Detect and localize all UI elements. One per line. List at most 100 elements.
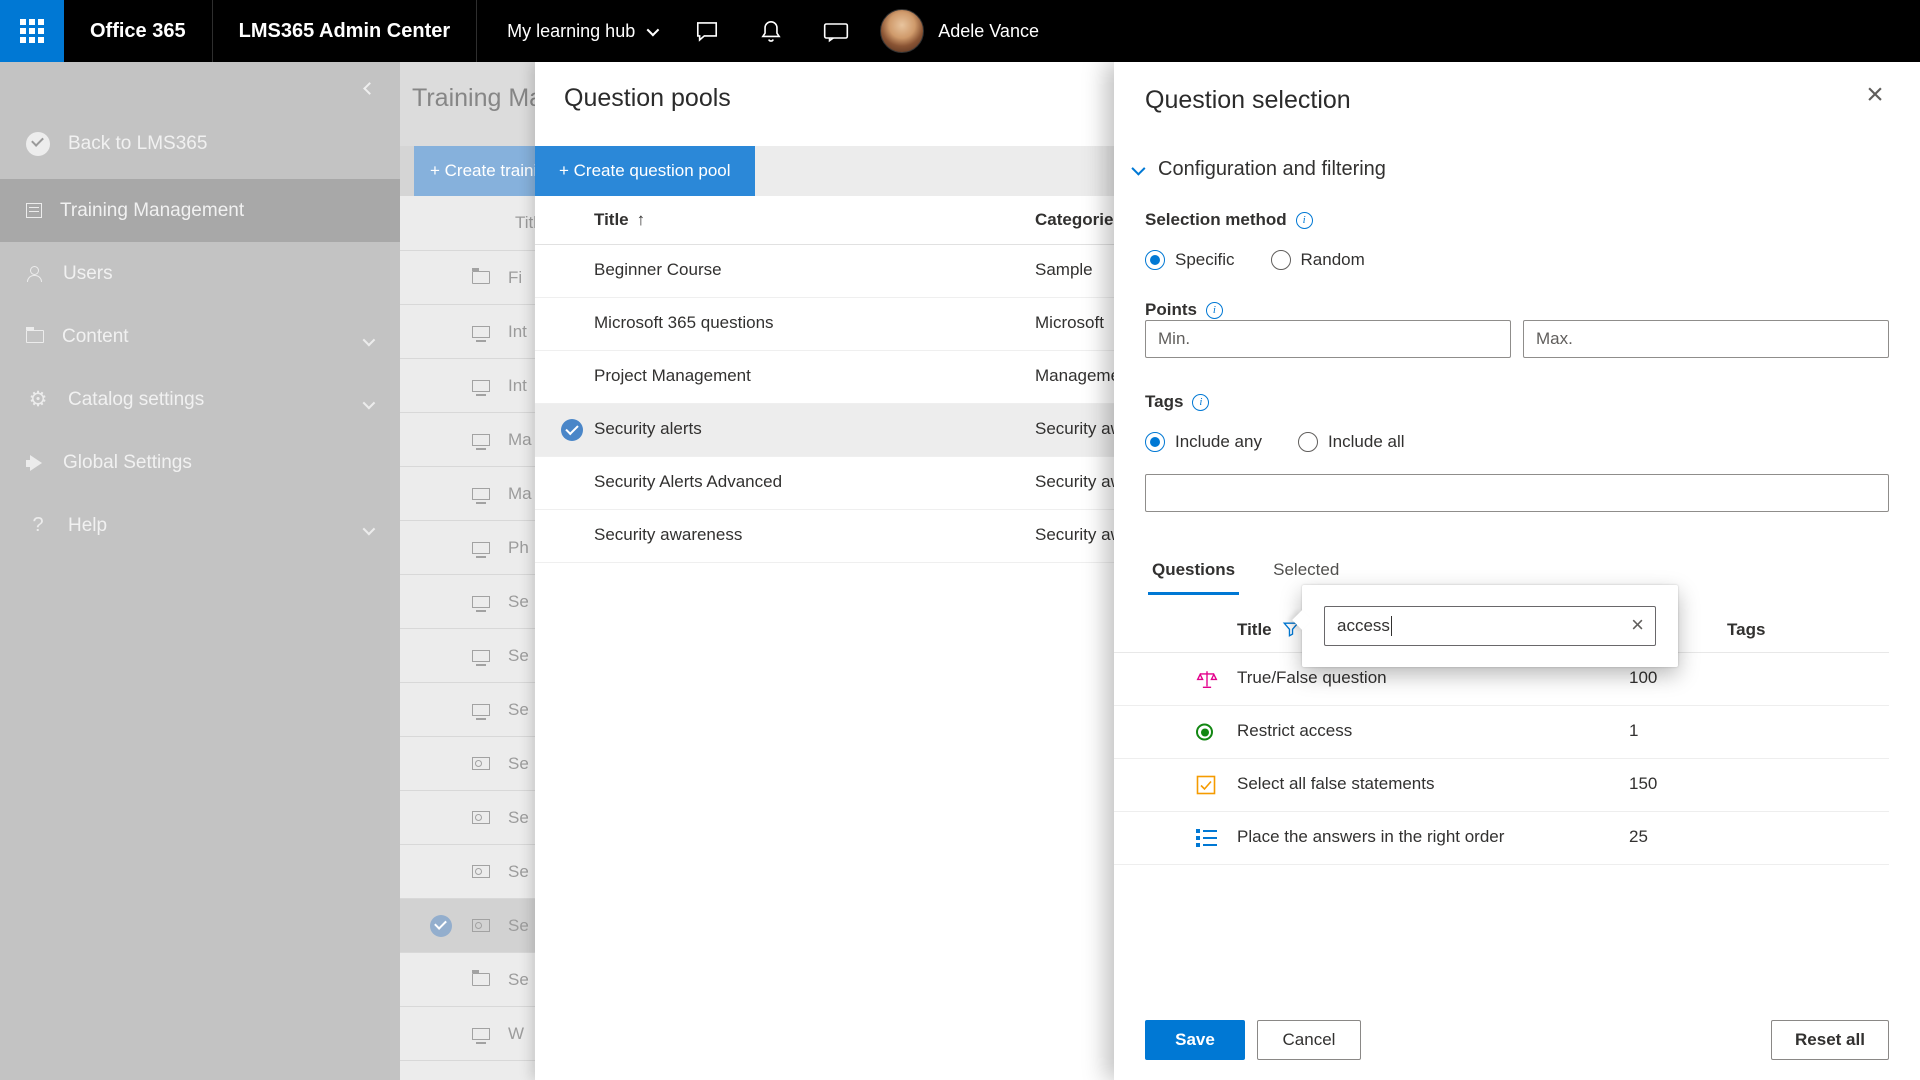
chevron-down-icon [1131,161,1145,175]
filter-search-input[interactable]: access [1324,606,1656,646]
feedback-icon[interactable] [822,18,850,44]
hub-selector[interactable]: My learning hub [507,21,656,42]
selected-check-icon [561,419,583,441]
pools-toolbar: + Create question pool [535,146,1114,196]
clear-filter-icon[interactable] [1631,614,1644,636]
save-button[interactable]: Save [1145,1020,1245,1060]
question-row[interactable]: Place the answers in the right order 25 [1114,812,1889,865]
cancel-button[interactable]: Cancel [1257,1020,1361,1060]
question-pools-panel: Question pools + Create question pool Ti… [535,62,1114,1080]
question-title: Restrict access [1237,721,1352,741]
training-row-title: Se [508,754,529,774]
question-pool-row[interactable]: Security alerts Security awareness [535,404,1114,457]
sidebar-item-icon [26,389,50,410]
sidebar-item[interactable]: Help [0,494,400,557]
training-row-title: Se [508,592,529,612]
collapse-sidebar-icon[interactable] [365,80,374,98]
question-pool-row[interactable]: Project Management Management [535,351,1114,404]
questions-column-tags: Tags [1727,620,1765,640]
pool-category: Security awareness [1035,472,1114,492]
tags-label: Tags [1145,392,1209,412]
info-icon[interactable] [1192,394,1209,411]
radio-include-all[interactable]: Include all [1298,432,1405,452]
pool-category: Microsoft [1035,313,1104,333]
admin-center-title[interactable]: LMS365 Admin Center [239,20,451,43]
close-icon[interactable] [1858,80,1892,114]
sidebar-item-icon [26,455,45,471]
pool-title: Security awareness [594,525,742,545]
pool-title: Security alerts [594,419,702,439]
info-icon[interactable] [1206,302,1223,319]
training-type-icon [472,326,490,338]
ordered-list-question-icon [1196,828,1218,848]
sidebar-item-label: Catalog settings [68,389,204,411]
question-pool-row[interactable]: Microsoft 365 questions Microsoft [535,298,1114,351]
training-row-title: Se [508,700,529,720]
question-pool-row[interactable]: Security Alerts Advanced Security awaren… [535,457,1114,510]
tab-questions[interactable]: Questions [1148,554,1239,595]
lms365-logo-icon [26,132,50,156]
avatar[interactable] [880,9,924,53]
question-title: True/False question [1237,668,1387,688]
reset-all-button[interactable]: Reset all [1771,1020,1889,1060]
create-question-pool-button[interactable]: + Create question pool [535,146,755,196]
pool-title: Security Alerts Advanced [594,472,782,492]
sidebar-item-label: Training Management [60,200,244,222]
pool-title: Beginner Course [594,260,722,280]
configuration-section-label: Configuration and filtering [1158,158,1386,181]
questions-column-title: Title [1237,620,1272,640]
training-type-icon [472,1028,490,1040]
chevron-down-icon [363,330,372,352]
training-type-icon [472,704,490,716]
training-type-icon [472,596,490,608]
training-row-title: Se [508,862,529,882]
sidebar-item[interactable]: Content [0,305,400,368]
sidebar-item[interactable]: Training Management [0,179,400,242]
training-row-title: Int [508,322,527,342]
training-type-icon [472,271,490,284]
radio-include-any[interactable]: Include any [1145,432,1262,452]
sidebar-item-icon [26,266,45,282]
info-icon[interactable] [1296,212,1313,229]
pools-table: Beginner Course Sample Microsoft 365 que… [535,245,1114,563]
truefalse-question-icon [1196,668,1218,690]
questions-table: True/False question 100 Restrict access … [1114,653,1889,865]
pools-sort-title[interactable]: Title [594,210,645,230]
pools-column-title: Title [594,210,629,229]
tags-input[interactable] [1145,474,1889,512]
app-launcher-button[interactable] [0,0,64,62]
sidebar: Back to LMS365 Training Management Users… [0,62,400,1080]
training-row-title: Int [508,376,527,396]
sidebar-item[interactable]: Users [0,242,400,305]
training-type-icon [472,811,490,824]
checkbox-question-icon [1196,775,1216,795]
question-row[interactable]: Restrict access 1 [1114,706,1889,759]
sidebar-back-link[interactable]: Back to LMS365 [0,116,400,172]
selection-method-label: Selection method [1145,210,1313,230]
radio-random[interactable]: Random [1271,250,1365,270]
question-pool-row[interactable]: Security awareness Security awareness [535,510,1114,563]
topbar-divider [476,0,477,62]
training-type-icon [472,919,490,932]
notifications-bell-icon[interactable] [758,18,784,44]
question-title: Place the answers in the right order [1237,827,1504,847]
sidebar-item-label: Content [62,326,129,348]
waffle-icon [20,19,44,43]
sidebar-item[interactable]: Global Settings [0,431,400,494]
configuration-section-toggle[interactable]: Configuration and filtering [1132,158,1386,181]
user-name: Adele Vance [938,21,1039,42]
points-max-input[interactable] [1523,320,1889,358]
sidebar-item-label: Help [68,515,107,537]
sidebar-item-label: Global Settings [63,452,192,474]
radio-unselected-icon [1298,432,1318,452]
points-min-input[interactable] [1145,320,1511,358]
office-365-brand[interactable]: Office 365 [90,20,186,43]
question-pool-row[interactable]: Beginner Course Sample [535,245,1114,298]
sidebar-item[interactable]: Catalog settings [0,368,400,431]
radio-specific[interactable]: Specific [1145,250,1235,270]
question-row[interactable]: Select all false statements 150 [1114,759,1889,812]
sort-ascending-icon [637,210,646,229]
chat-icon[interactable] [694,18,720,44]
sidebar-item-icon [26,330,44,343]
training-type-icon [472,542,490,554]
